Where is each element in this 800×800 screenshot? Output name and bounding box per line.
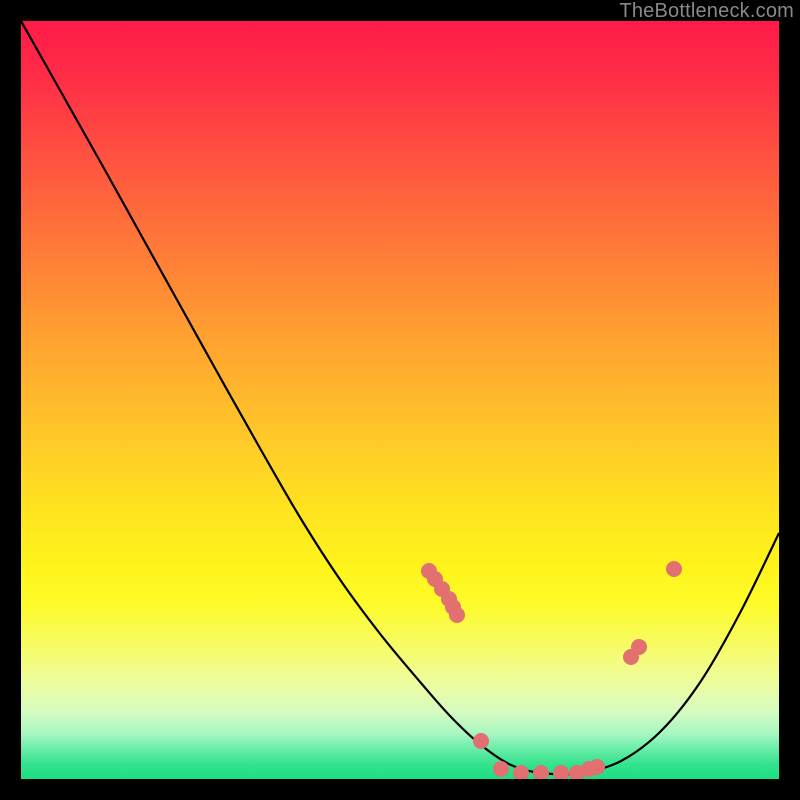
bottleneck-curve xyxy=(21,21,779,774)
chart-svg xyxy=(21,21,779,779)
data-point xyxy=(493,761,509,777)
data-point xyxy=(533,765,549,779)
data-point xyxy=(589,759,605,775)
data-point xyxy=(631,639,647,655)
data-point xyxy=(449,607,465,623)
watermark-text: TheBottleneck.com xyxy=(619,0,794,23)
data-point xyxy=(666,561,682,577)
data-point xyxy=(473,733,489,749)
data-point xyxy=(553,765,569,779)
